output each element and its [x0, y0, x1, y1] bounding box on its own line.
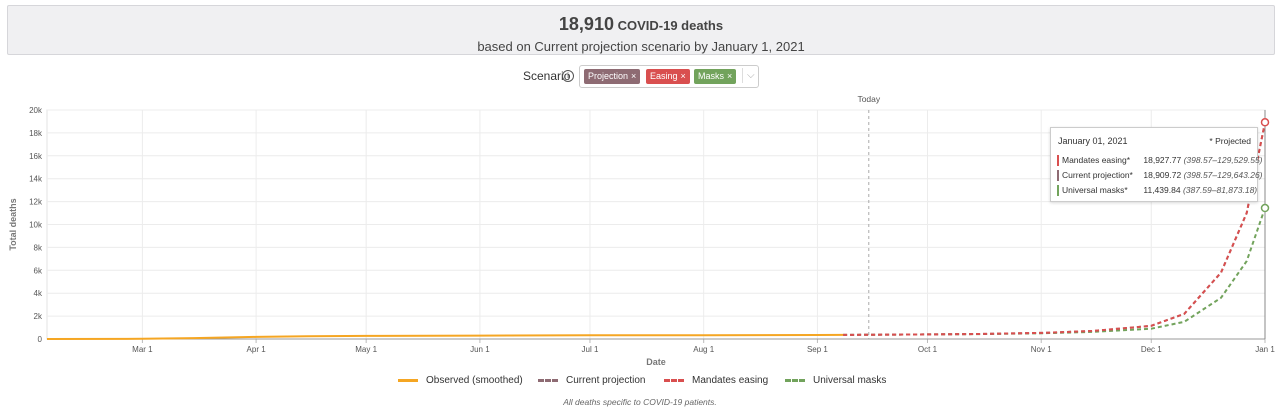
- legend-mandates-easing[interactable]: Mandates easing: [664, 375, 768, 386]
- x-tick-label: Jul 1: [582, 345, 599, 354]
- tooltip-row-value: 18,909.72: [1143, 170, 1182, 180]
- x-tick-label: Mar 1: [132, 345, 153, 354]
- today-label: Today: [857, 94, 880, 104]
- endpoint-marker: [1260, 203, 1270, 213]
- y-axis-title: Total deaths: [8, 198, 18, 250]
- tooltip-date: January 01, 2021: [1058, 136, 1128, 146]
- x-tick-label: Dec 1: [1141, 345, 1162, 354]
- y-tick-label: 16k: [29, 152, 43, 161]
- y-tick-label: 8k: [34, 243, 43, 252]
- tooltip-row-current: Current projection* 18,909.72 (398.57–12…: [1057, 169, 1263, 182]
- x-tick-label: Sep 1: [807, 345, 828, 354]
- tooltip-row-ci: (398.57–129,529.55): [1183, 155, 1263, 165]
- x-tick-label: Aug 1: [693, 345, 714, 354]
- endpoint-marker: [1260, 118, 1270, 127]
- tooltip-row-name: Universal masks*: [1062, 185, 1128, 195]
- x-tick-label: May 1: [355, 345, 377, 354]
- x-tick-label: Apr 1: [247, 345, 267, 354]
- tooltip-row-easing: Mandates easing* 18,927.77 (398.57–129,5…: [1057, 154, 1263, 167]
- y-tick-label: 0: [38, 335, 43, 344]
- series-line-observed-smoothed: [46, 333, 844, 340]
- tooltip-note: * Projected: [1209, 136, 1251, 146]
- tooltip-row-value: 11,439.84: [1143, 185, 1181, 195]
- x-tick-label: Nov 1: [1031, 345, 1052, 354]
- legend-observed[interactable]: Observed (smoothed): [398, 375, 523, 386]
- legend-label: Universal masks: [813, 375, 887, 386]
- legend-label: Current projection: [566, 375, 646, 386]
- y-tick-label: 14k: [29, 175, 43, 184]
- tooltip-row-value: 18,927.77: [1143, 155, 1182, 165]
- legend-swatch: [398, 378, 418, 382]
- y-tick-label: 18k: [29, 129, 43, 138]
- tooltip-row-ci: (387.59–81,873.18): [1182, 185, 1258, 195]
- legend-universal-masks[interactable]: Universal masks: [785, 375, 886, 386]
- legend-swatch: [785, 378, 805, 382]
- tooltip-row-name: Mandates easing*: [1062, 155, 1131, 165]
- x-tick-label: Jan 1: [1255, 345, 1275, 354]
- legend-swatch: [538, 378, 558, 382]
- tooltip-swatch: [1057, 185, 1059, 197]
- tooltip-row-name: Current projection*: [1062, 170, 1133, 180]
- tooltip-row-ci: (398.57–129,643.26): [1183, 170, 1263, 180]
- x-tick-label: Jun 1: [470, 345, 490, 354]
- y-tick-label: 12k: [29, 198, 43, 207]
- y-tick-label: 10k: [29, 221, 43, 230]
- y-tick-label: 20k: [29, 106, 43, 115]
- y-tick-label: 2k: [34, 312, 43, 321]
- y-tick-label: 6k: [34, 266, 43, 275]
- x-tick-label: Oct 1: [918, 345, 938, 354]
- tooltip-swatch: [1057, 155, 1059, 167]
- x-axis-title: Date: [646, 357, 666, 367]
- tooltip-swatch: [1057, 170, 1059, 182]
- legend-current-projection[interactable]: Current projection: [538, 375, 645, 386]
- legend-swatch: [664, 378, 684, 382]
- legend-label: Observed (smoothed): [426, 375, 523, 386]
- chart-tooltip: January 01, 2021 * Projected Mandates ea…: [1050, 127, 1263, 202]
- chart-legend: Observed (smoothed) Current projection M…: [0, 375, 1280, 389]
- tooltip-row-masks: Universal masks* 11,439.84 (387.59–81,87…: [1057, 184, 1258, 197]
- legend-label: Mandates easing: [692, 375, 769, 386]
- footnote: All deaths specific to COVID-19 patients…: [563, 397, 717, 407]
- y-tick-label: 4k: [34, 289, 43, 298]
